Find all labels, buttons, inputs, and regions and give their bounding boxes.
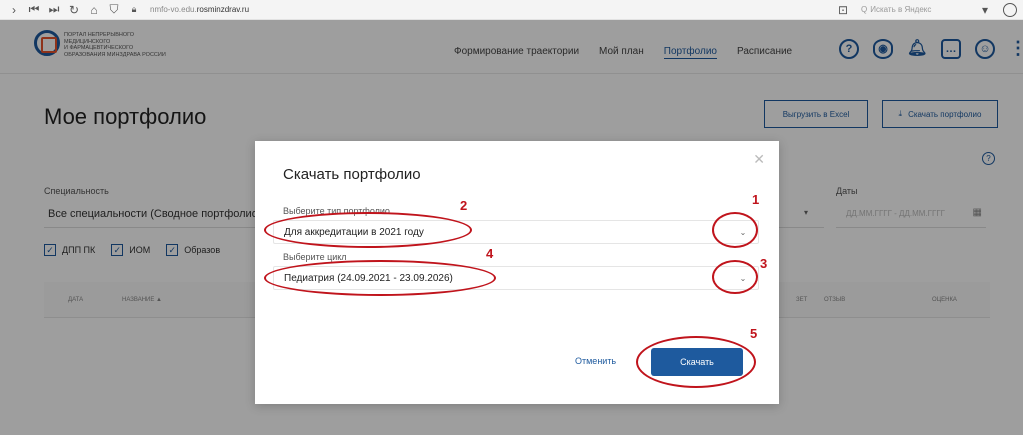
profile-icon[interactable] bbox=[1003, 2, 1017, 17]
annotation-number: 3 bbox=[760, 256, 768, 271]
annotation-number: 4 bbox=[486, 246, 494, 261]
annotation-circle bbox=[712, 212, 758, 248]
modal-title: Скачать портфолио bbox=[283, 166, 421, 183]
annotation-number: 1 bbox=[752, 192, 760, 207]
close-icon[interactable]: ✕ bbox=[753, 151, 765, 168]
annotation-circle bbox=[264, 212, 472, 248]
last-page-icon[interactable]: ⏭ bbox=[46, 2, 62, 17]
reload-icon[interactable]: ↻ bbox=[66, 3, 82, 17]
bookmark-icon[interactable]: ⊡ bbox=[835, 3, 851, 17]
annotation-circle bbox=[264, 260, 496, 296]
yandex-search-input[interactable]: Q Искать в Яндекс bbox=[861, 5, 971, 14]
address-bar[interactable]: nmfo-vo.edu.rosminzdrav.ru bbox=[150, 5, 249, 14]
annotation-circle bbox=[636, 336, 756, 388]
forward-icon[interactable]: › bbox=[6, 3, 22, 17]
home-icon[interactable]: ⌂ bbox=[86, 3, 102, 17]
annotation-number: 5 bbox=[750, 326, 758, 341]
yandex-search-icon: Q bbox=[861, 5, 868, 14]
cancel-button[interactable]: Отменить bbox=[575, 356, 616, 366]
chevron-down-icon[interactable]: ▾ bbox=[977, 3, 993, 17]
browser-toolbar: › ⏮ ⏭ ↻ ⌂ ⛉ 🔒︎ nmfo-vo.edu.rosminzdrav.r… bbox=[0, 0, 1023, 20]
annotation-circle bbox=[712, 260, 758, 294]
first-page-icon[interactable]: ⏮ bbox=[26, 2, 42, 17]
annotation-number: 2 bbox=[460, 198, 468, 213]
lock-icon: 🔒︎ bbox=[131, 4, 137, 14]
shield-icon[interactable]: ⛉ bbox=[106, 2, 122, 17]
